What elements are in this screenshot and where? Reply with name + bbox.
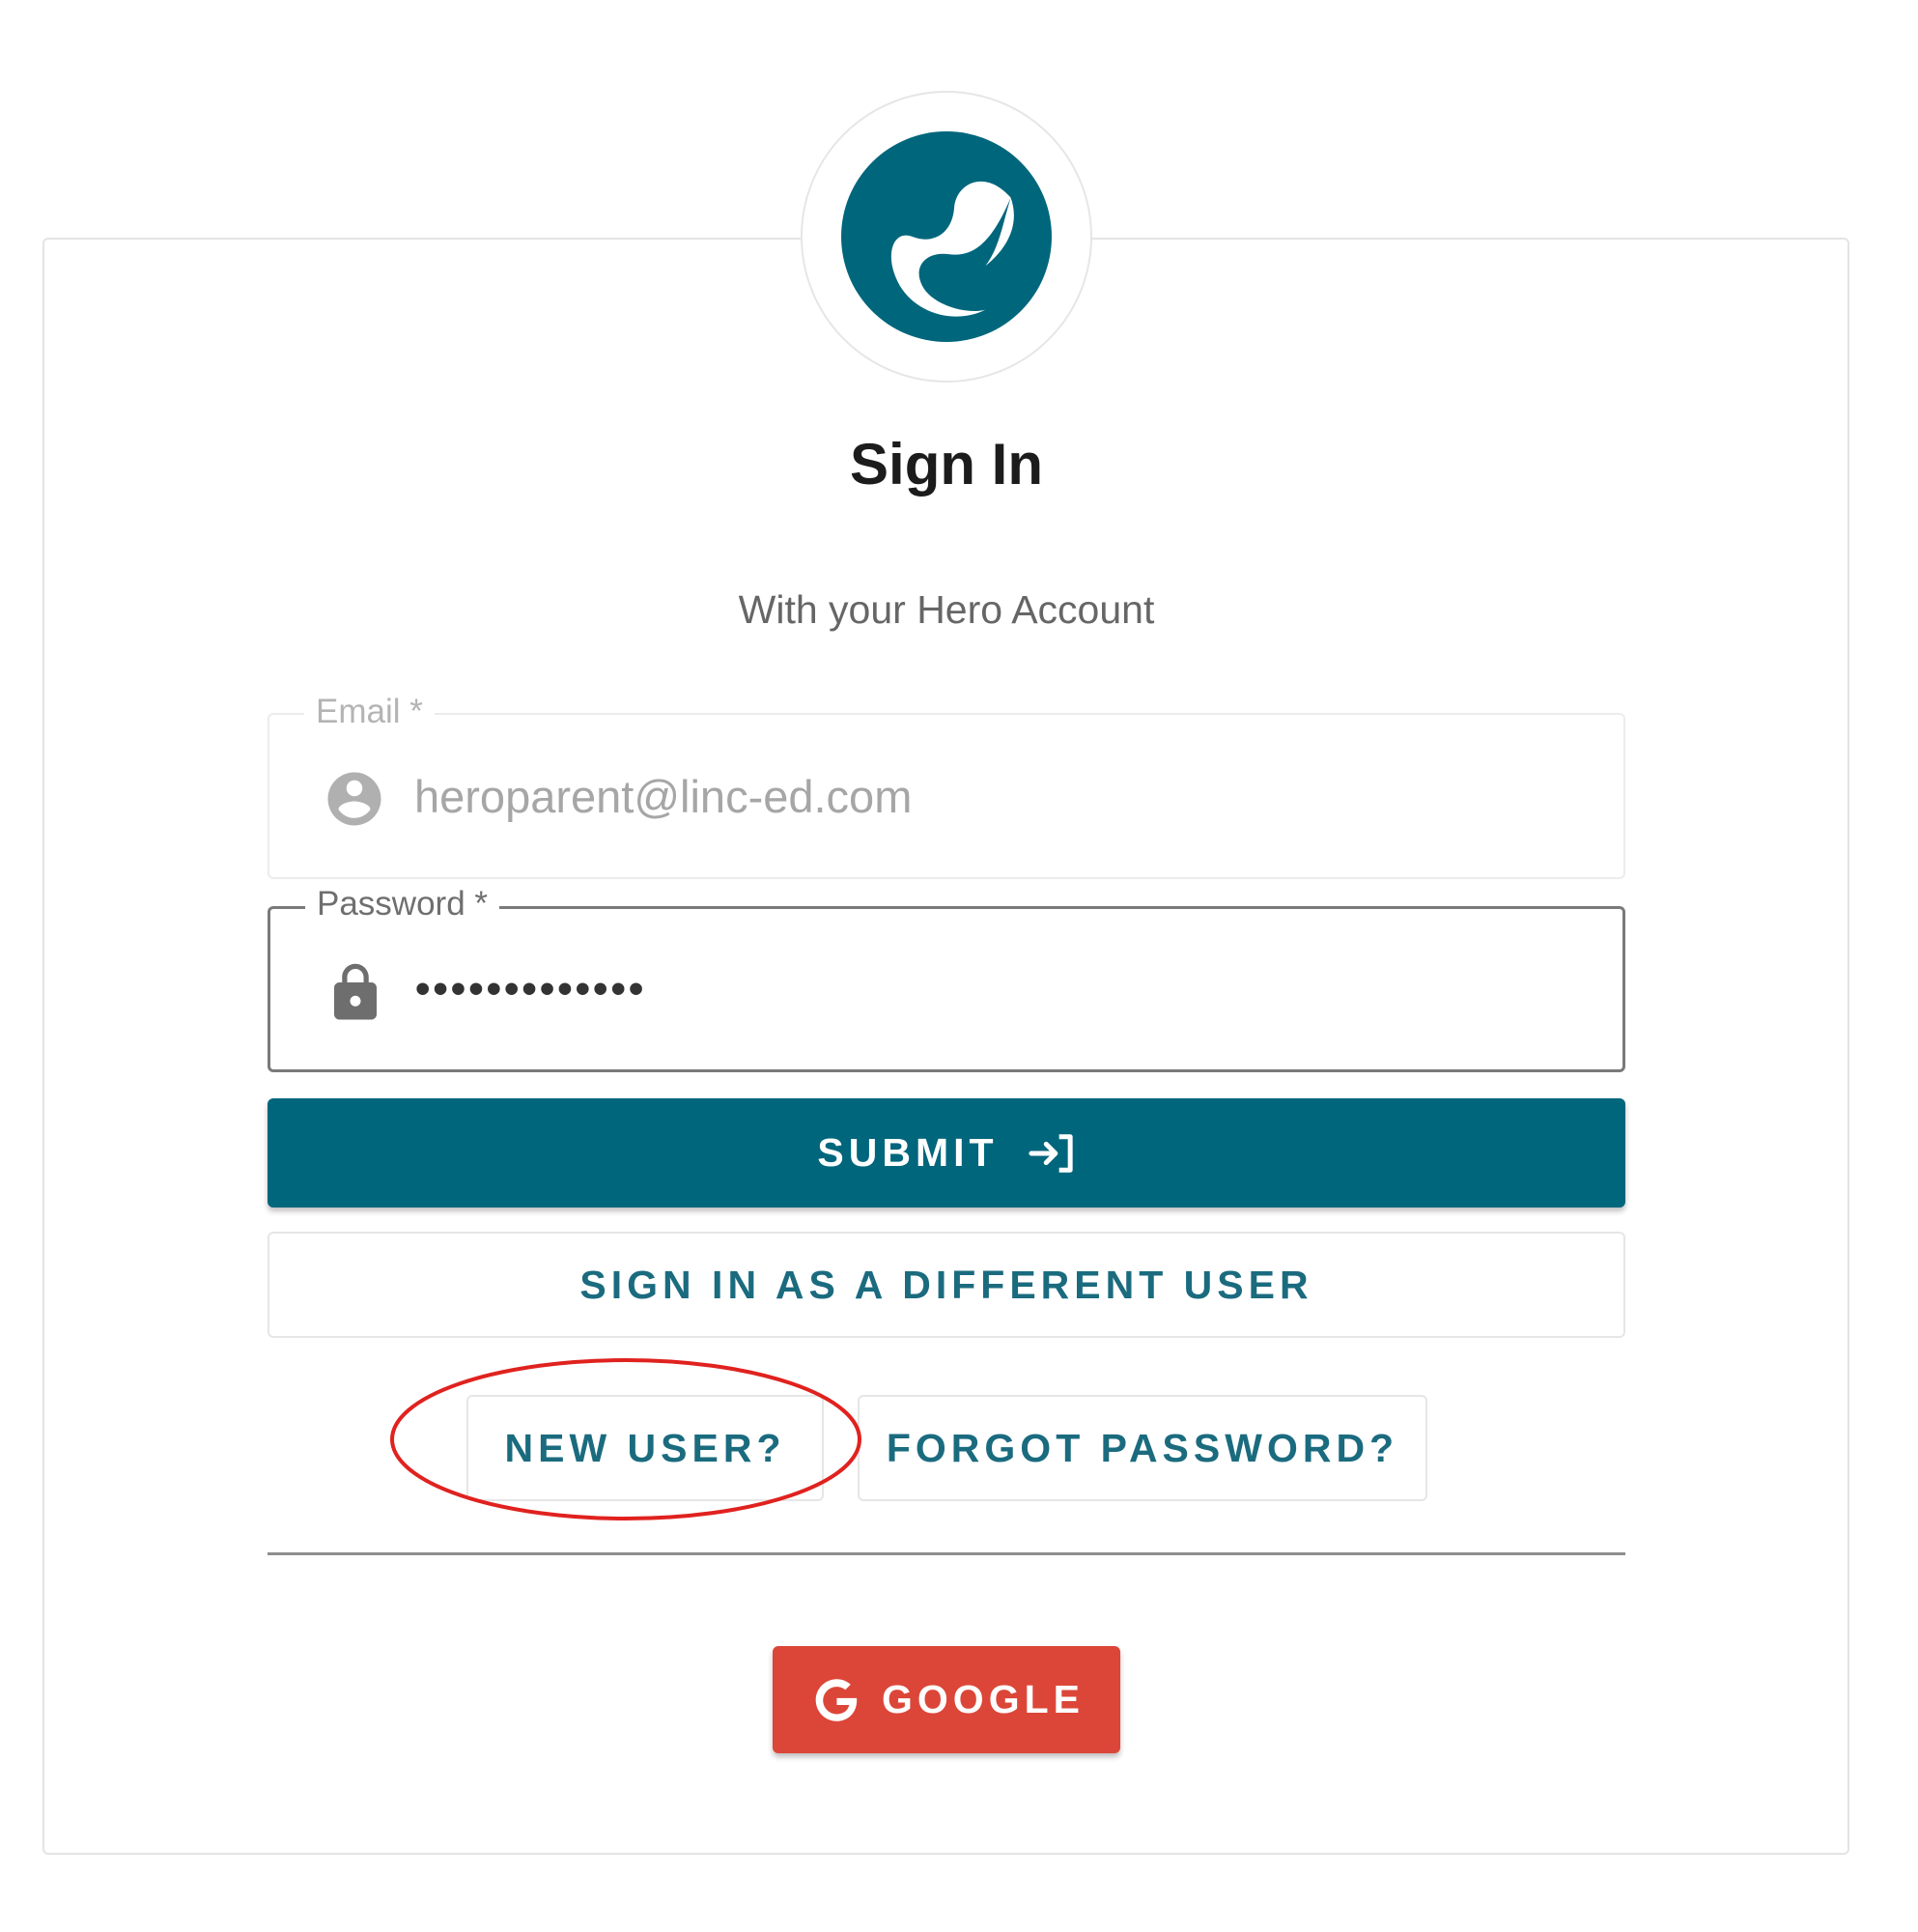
sign-in-different-user-button[interactable]: SIGN IN AS A DIFFERENT USER <box>268 1232 1625 1338</box>
page-subtitle: With your Hero Account <box>738 587 1155 632</box>
login-arrow-icon <box>1029 1133 1073 1173</box>
forgot-password-button[interactable]: FORGOT PASSWORD? <box>858 1395 1427 1501</box>
divider <box>268 1552 1625 1555</box>
red-highlight-ellipse <box>390 1358 861 1520</box>
submit-button[interactable]: SUBMIT <box>268 1098 1625 1208</box>
google-label: GOOGLE <box>882 1677 1085 1721</box>
email-value: heroparent@linc-ed.com <box>414 770 913 822</box>
submit-label: SUBMIT <box>817 1130 999 1175</box>
account-circle-icon <box>327 772 381 826</box>
password-value: ••••••••••••• <box>415 965 647 1012</box>
google-sign-in-button[interactable]: GOOGLE <box>773 1646 1120 1753</box>
lock-icon <box>334 963 377 1020</box>
logo-circle <box>801 91 1092 383</box>
forgot-password-label: FORGOT PASSWORD? <box>886 1425 1399 1470</box>
email-field[interactable]: Email * heroparent@linc-ed.com <box>268 688 1625 879</box>
password-field[interactable]: Password * ••••••••••••• <box>268 880 1625 1072</box>
hero-logo-icon <box>841 131 1052 342</box>
sign-in-page: Sign In With your Hero Account Email * h… <box>0 0 1918 1932</box>
google-g-icon <box>815 1678 859 1721</box>
page-title: Sign In <box>850 432 1043 497</box>
sign-in-different-user-label: SIGN IN AS A DIFFERENT USER <box>579 1262 1313 1307</box>
